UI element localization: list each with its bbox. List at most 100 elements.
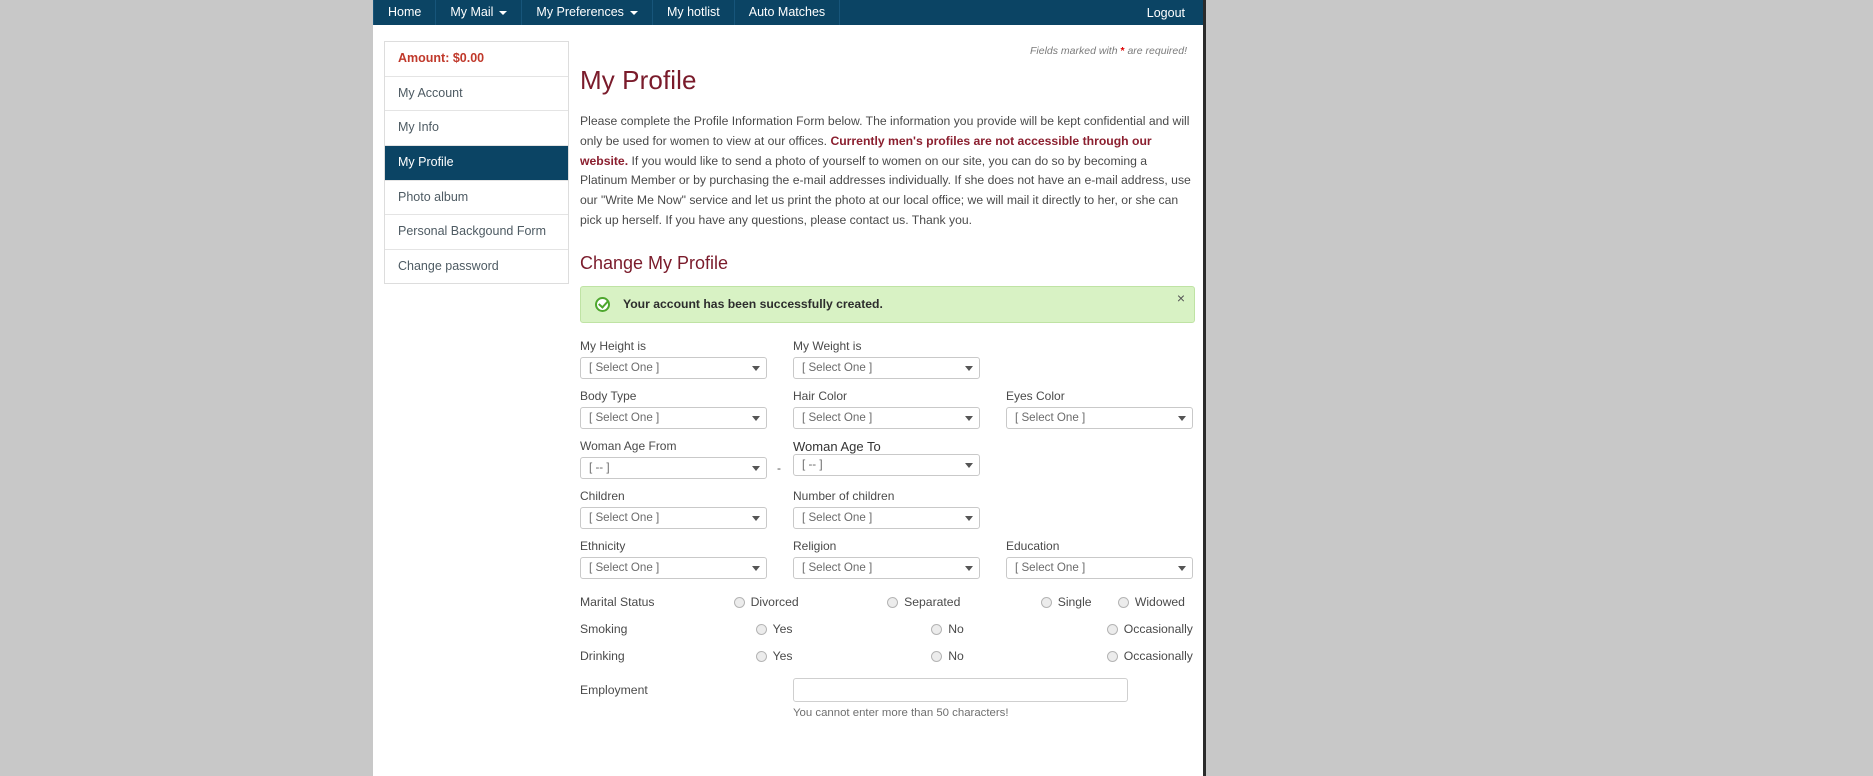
field-label: Woman Age From	[580, 438, 677, 453]
employment-label: Employment	[580, 682, 648, 697]
radio-marital-divorced[interactable]: Divorced	[733, 595, 888, 610]
chevron-down-icon	[1178, 415, 1186, 421]
nav-item-my-hotlist[interactable]: My hotlist	[653, 0, 735, 25]
employment-input[interactable]	[793, 677, 1128, 702]
field-label: Body Type	[580, 388, 637, 403]
check-circle-icon	[595, 296, 610, 312]
woman-age-to-select[interactable]: [ -- ]	[793, 453, 980, 476]
weight-select[interactable]: [ Select One ]	[793, 356, 980, 379]
field-label: Number of children	[793, 488, 895, 503]
select-value: [ Select One ]	[802, 561, 873, 575]
form-row-body-hair-eyes: Body Type [ Select One ] Hair Color [ Se…	[580, 389, 1195, 429]
nav-item-label: My Preferences	[536, 5, 624, 20]
sidebar-item-my-profile[interactable]: My Profile	[385, 145, 568, 181]
sidebar-item-my-info[interactable]: My Info	[385, 111, 568, 146]
radio-label: Yes	[772, 649, 793, 664]
radio-label: Yes	[772, 622, 793, 637]
chevron-down-icon	[499, 10, 508, 15]
chevron-down-icon	[965, 462, 973, 468]
form-row-height-weight: My Height is [ Select One ] My Weight is…	[580, 339, 1195, 379]
eyes-color-select[interactable]: [ Select One ]	[1006, 406, 1193, 429]
nav-item-label: My Mail	[450, 5, 494, 20]
field-label: Woman Age To	[793, 438, 881, 454]
woman-age-from-select[interactable]: [ -- ]	[580, 456, 767, 479]
radio-label: Separated	[904, 595, 961, 610]
chevron-down-icon	[752, 365, 760, 371]
select-value: [ Select One ]	[802, 411, 873, 425]
radio-icon	[887, 596, 899, 608]
radio-drinking-no[interactable]: No	[931, 649, 1107, 663]
drinking-label: Drinking	[580, 649, 625, 664]
select-value: [ -- ]	[589, 461, 610, 475]
children-select[interactable]: [ Select One ]	[580, 506, 767, 529]
marital-status-label: Marital Status	[580, 595, 655, 610]
nav-item-my-mail[interactable]: My Mail	[436, 0, 523, 25]
nav-item-home[interactable]: Home	[373, 0, 437, 25]
sidebar-item-label: Personal Backgound Form	[398, 224, 546, 239]
sidebar-item-label: Amount: $0.00	[398, 51, 485, 65]
religion-select[interactable]: [ Select One ]	[793, 556, 980, 579]
radio-smoking-no[interactable]: No	[931, 622, 1107, 636]
field-height: My Height is [ Select One ]	[580, 339, 767, 379]
radio-icon	[1106, 650, 1118, 662]
select-value: [ -- ]	[802, 458, 823, 472]
radio-label: Occasionally	[1123, 649, 1193, 664]
sidebar-item-photo-album[interactable]: Photo album	[385, 181, 568, 216]
nav-item-my-preferences[interactable]: My Preferences	[522, 0, 653, 25]
field-weight: My Weight is [ Select One ]	[793, 339, 980, 379]
radio-label: Divorced	[750, 595, 799, 610]
radio-icon	[755, 623, 767, 635]
close-icon[interactable]: ×	[1177, 291, 1185, 305]
chevron-down-icon	[965, 365, 973, 371]
number-of-children-select[interactable]: [ Select One ]	[793, 506, 980, 529]
sidebar-item-label: Photo album	[398, 189, 469, 204]
nav-item-label: Auto Matches	[748, 5, 826, 20]
browser-page: Home My Mail My Preferences My hotlist A…	[373, 0, 1206, 776]
radio-marital-widowed[interactable]: Widowed	[1117, 595, 1195, 609]
field-label: Hair Color	[793, 388, 848, 403]
chevron-down-icon	[752, 415, 760, 421]
main-navigation: Home My Mail My Preferences My hotlist A…	[373, 0, 1203, 25]
field-label: Religion	[793, 538, 837, 553]
chevron-down-icon	[965, 565, 973, 571]
radio-icon	[733, 596, 745, 608]
field-label: Ethnicity	[580, 538, 626, 553]
sidebar-item-label: Change password	[398, 258, 499, 273]
field-label: Eyes Color	[1006, 388, 1065, 403]
logout-button[interactable]: Logout	[1129, 0, 1203, 25]
main-content: My Profile Please complete the Profile I…	[580, 41, 1195, 719]
chevron-down-icon	[629, 10, 638, 15]
sidebar-item-personal-background-form[interactable]: Personal Backgound Form	[385, 215, 568, 250]
radio-smoking-occasionally[interactable]: Occasionally	[1106, 622, 1195, 636]
field-woman-age-to: - Woman Age To [ -- ]	[777, 438, 980, 479]
select-value: [ Select One ]	[1015, 411, 1086, 425]
radio-icon	[755, 650, 767, 662]
chevron-down-icon	[965, 415, 973, 421]
radio-label: No	[948, 622, 964, 637]
body-type-select[interactable]: [ Select One ]	[580, 406, 767, 429]
chevron-down-icon	[1178, 565, 1186, 571]
logout-label: Logout	[1146, 5, 1185, 20]
height-select[interactable]: [ Select One ]	[580, 356, 767, 379]
sidebar-item-change-password[interactable]: Change password	[385, 250, 568, 284]
ethnicity-select[interactable]: [ Select One ]	[580, 556, 767, 579]
radio-marital-single[interactable]: Single	[1040, 595, 1118, 609]
field-label: My Height is	[580, 338, 647, 353]
nav-item-auto-matches[interactable]: Auto Matches	[735, 0, 841, 25]
radio-drinking-occasionally[interactable]: Occasionally	[1106, 649, 1195, 664]
field-hair-color: Hair Color [ Select One ]	[793, 389, 980, 429]
select-value: [ Select One ]	[1015, 561, 1086, 575]
education-select[interactable]: [ Select One ]	[1006, 556, 1193, 579]
radio-icon	[931, 650, 943, 662]
page-title: My Profile	[580, 65, 697, 95]
radio-smoking-yes[interactable]: Yes	[755, 622, 932, 637]
intro-paragraph: Please complete the Profile Information …	[580, 112, 1195, 231]
radio-icon	[1040, 596, 1052, 608]
employment-field-wrap: You cannot enter more than 50 characters…	[793, 677, 1128, 719]
employment-hint: You cannot enter more than 50 characters…	[793, 706, 1009, 719]
radio-marital-separated[interactable]: Separated	[887, 595, 1041, 609]
radio-drinking-yes[interactable]: Yes	[755, 649, 932, 664]
intro-text-part2: If you would like to send a photo of you…	[580, 153, 1191, 227]
sidebar-item-my-account[interactable]: My Account	[385, 77, 568, 112]
hair-color-select[interactable]: [ Select One ]	[793, 406, 980, 429]
